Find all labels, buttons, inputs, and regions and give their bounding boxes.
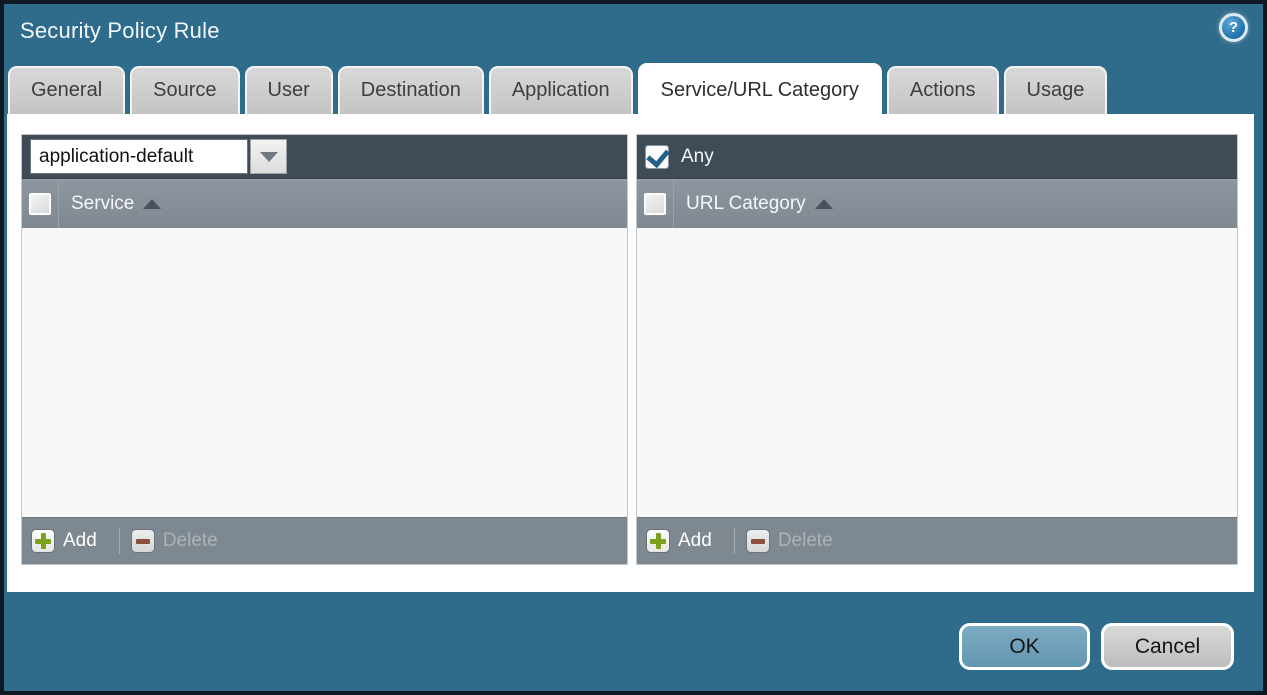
service-panel-header	[22, 135, 627, 179]
tab-actions[interactable]: Actions	[887, 66, 999, 114]
plus-icon	[646, 529, 670, 553]
service-type-combo	[30, 139, 287, 174]
tab-content-service-url-category: Service Add Delete Any	[7, 114, 1254, 592]
service-panel-footer: Add Delete	[22, 517, 627, 564]
footer-divider	[734, 528, 735, 554]
sort-ascending-icon	[815, 199, 833, 209]
any-checkbox-label: Any	[681, 146, 714, 168]
sort-ascending-icon	[143, 199, 161, 209]
url-category-select-all-cell	[637, 180, 674, 228]
footer-divider	[119, 528, 120, 554]
url-category-column-label: URL Category	[686, 193, 806, 215]
chevron-down-icon	[260, 152, 278, 162]
tab-service-url-category[interactable]: Service/URL Category	[638, 63, 882, 114]
service-add-button[interactable]: Add	[31, 529, 97, 553]
dialog-title: Security Policy Rule	[20, 18, 220, 44]
ok-button[interactable]: OK	[959, 623, 1090, 670]
service-select-all-cell	[22, 180, 59, 228]
minus-icon	[131, 529, 155, 553]
tab-user[interactable]: User	[245, 66, 333, 114]
tab-general[interactable]: General	[8, 66, 125, 114]
any-checkbox[interactable]	[646, 146, 668, 168]
security-policy-rule-dialog: Security Policy Rule ? General Source Us…	[0, 0, 1267, 695]
help-icon[interactable]: ?	[1219, 13, 1248, 42]
service-column-header[interactable]: Service	[22, 179, 627, 228]
url-category-column-header[interactable]: URL Category	[637, 179, 1237, 228]
url-category-panel-footer: Add Delete	[637, 517, 1237, 564]
url-category-panel: Any URL Category Add Delete	[636, 134, 1238, 565]
url-category-panel-header: Any	[637, 135, 1237, 179]
service-select-all-checkbox[interactable]	[29, 193, 51, 215]
service-panel: Service Add Delete	[21, 134, 628, 565]
url-category-select-all-checkbox[interactable]	[644, 193, 666, 215]
service-delete-button[interactable]: Delete	[131, 529, 218, 553]
service-type-input[interactable]	[30, 139, 248, 174]
service-list-body	[22, 228, 627, 517]
url-category-add-button[interactable]: Add	[646, 529, 712, 553]
url-category-list-body	[637, 228, 1237, 517]
plus-icon	[31, 529, 55, 553]
minus-icon	[746, 529, 770, 553]
tab-usage[interactable]: Usage	[1004, 66, 1108, 114]
url-category-delete-button[interactable]: Delete	[746, 529, 833, 553]
tab-destination[interactable]: Destination	[338, 66, 484, 114]
tab-source[interactable]: Source	[130, 66, 239, 114]
service-type-dropdown-button[interactable]	[250, 139, 287, 174]
tab-bar: General Source User Destination Applicat…	[8, 66, 1112, 114]
service-column-label: Service	[71, 193, 134, 215]
tab-application[interactable]: Application	[489, 66, 633, 114]
cancel-button[interactable]: Cancel	[1101, 623, 1234, 670]
